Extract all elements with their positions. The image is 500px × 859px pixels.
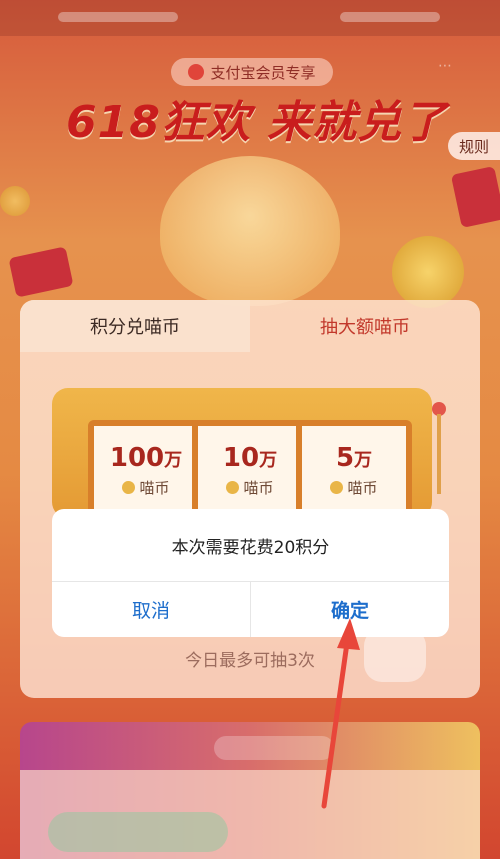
reel-currency: 喵币 (122, 477, 170, 498)
lever-stick (437, 414, 441, 494)
lottery-globe-illustration (160, 156, 340, 306)
confirm-dialog: 本次需要花费20积分 取消 确定 (52, 509, 449, 637)
banner-placeholder (214, 736, 334, 760)
reel-currency: 喵币 (226, 477, 274, 498)
daily-limit-text: 今日最多可抽3次 (185, 651, 315, 671)
member-badge-label: 支付宝会员专享 (210, 63, 316, 82)
battery-time-icon (340, 12, 440, 22)
reel-amount: 10万 (222, 442, 278, 473)
cancel-button[interactable]: 取消 (52, 582, 250, 637)
member-badge: 支付宝会员专享 (171, 58, 333, 86)
red-envelope-icon (450, 166, 500, 228)
gold-coin-icon (392, 236, 464, 308)
more-icon[interactable]: ⋯ (438, 58, 462, 78)
coin-icon (226, 480, 240, 494)
coin-icon (330, 480, 344, 494)
reel-currency: 喵币 (330, 477, 378, 498)
slot-reel: 5万 喵币 (296, 420, 412, 520)
slot-lever[interactable] (432, 402, 446, 502)
hero-title: 618狂欢 来就兑了 (66, 97, 448, 148)
reel-amount: 100万 (109, 442, 183, 473)
bottom-action-placeholder (48, 812, 228, 852)
confirm-button[interactable]: 确定 (251, 582, 449, 637)
tab-big-draw[interactable]: 抽大额喵币 (250, 300, 480, 352)
reel-amount: 5万 (335, 442, 373, 473)
dialog-message: 本次需要花费20积分 (171, 537, 330, 558)
status-bar (0, 0, 500, 36)
gold-coin-icon (0, 186, 30, 216)
carrier-signal-icon (58, 12, 178, 22)
alipay-heart-icon (188, 64, 205, 80)
slot-reel: 100万 喵币 (88, 420, 204, 520)
tab-points-exchange[interactable]: 积分兑喵币 (20, 300, 250, 352)
rules-button[interactable]: 规则 (448, 132, 500, 160)
red-envelope-icon (8, 246, 74, 298)
slot-reel: 10万 喵币 (192, 420, 308, 520)
coin-icon (122, 480, 136, 494)
